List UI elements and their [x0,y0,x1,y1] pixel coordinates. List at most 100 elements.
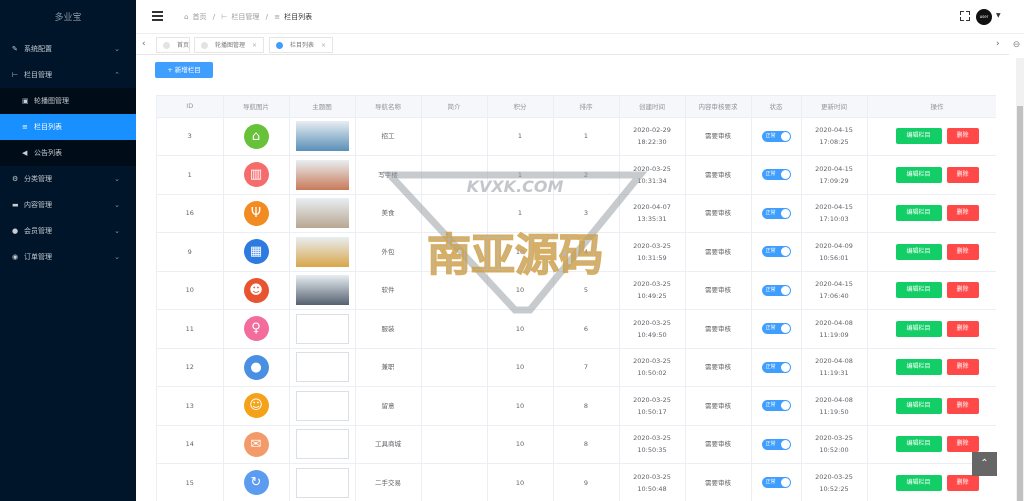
sidebar-item-0[interactable]: ✎ 系统配置 ⌄ [0,36,136,62]
sidebar-item-label: 系统配置 [24,45,52,53]
cell-points: 1 [487,155,554,195]
cell-id: 16 [157,194,224,233]
cell-actions: 编辑栏目 删除 [867,386,996,426]
wrench-icon: ✎ [12,45,18,53]
tab-0[interactable]: 首页 [156,37,190,53]
add-column-button[interactable]: + 新增栏目 [155,62,213,78]
breadcrumb-column-management[interactable]: 栏目管理 [231,13,259,21]
cell-theme-image [289,425,356,464]
tab-1[interactable]: 轮播图管理 × [194,37,264,53]
cell-sort: 8 [553,386,620,426]
edit-column-button[interactable]: 编辑栏目 [895,128,942,145]
delete-button[interactable]: 删除 [946,243,979,260]
cell-points: 10 [487,309,554,349]
cell-sort: 2 [553,155,620,195]
status-toggle[interactable]: 正常 [761,246,791,258]
cell-status: 正常 [751,232,802,272]
cell-id: 9 [157,232,224,272]
delete-button[interactable]: 删除 [946,436,979,453]
edit-column-button[interactable]: 编辑栏目 [895,166,942,183]
column-header: 导航图片 [223,96,290,118]
cell-points: 10 [487,348,554,387]
delete-button[interactable]: 删除 [946,320,979,337]
delete-button[interactable]: 删除 [946,474,979,491]
status-toggle[interactable]: 正常 [761,323,791,335]
toggle-knob [780,131,790,141]
sidebar-item-7[interactable]: ● 会员管理 ⌄ [0,218,136,244]
edit-column-button[interactable]: 编辑栏目 [895,474,942,491]
tab-label: 栏目列表 [290,42,315,49]
folder-icon: ▬ [12,201,19,209]
breadcrumb-home[interactable]: 首页 [192,13,206,21]
sidebar-item-8[interactable]: ◉ 订单管理 ⌄ [0,244,136,270]
edit-column-button[interactable]: 编辑栏目 [895,359,942,376]
close-icon[interactable]: × [321,38,326,53]
edit-column-button[interactable]: 编辑栏目 [895,320,942,337]
delete-button[interactable]: 删除 [946,205,979,222]
status-toggle[interactable]: 正常 [761,438,791,450]
status-toggle[interactable]: 正常 [761,477,791,489]
delete-button[interactable]: 删除 [946,128,979,145]
cell-name: 美食 [355,194,422,233]
status-toggle[interactable]: 正常 [761,400,791,412]
cell-updated: 2020-04-08 11:19:31 [801,348,868,387]
delete-button[interactable]: 删除 [946,397,979,414]
top-bar: ⌂ 首页 / ⊢ 栏目管理 / ≡ 栏目列表 user ▼ [136,0,1024,34]
avatar[interactable]: user [976,9,992,25]
toggle-knob [780,401,790,411]
cell-sort: 7 [553,348,620,387]
cell-sort: 1 [553,117,620,156]
status-toggle[interactable]: 正常 [761,207,791,219]
cell-name: 二手交易 [355,463,422,501]
chevron-up-icon: ⌃ [114,71,120,79]
sidebar-item-2[interactable]: ▣ 轮播图管理 [0,88,136,114]
scrollbar[interactable] [1016,58,1024,501]
edit-column-button[interactable]: 编辑栏目 [895,436,942,453]
back-to-top-button[interactable]: ⌃ [972,452,997,476]
scroll-left-icon[interactable]: ‹ [142,39,146,49]
menu-toggle-icon[interactable] [152,11,163,21]
status-toggle[interactable]: 正常 [761,361,791,373]
breadcrumb-separator: / [265,13,268,21]
cell-updated: 2020-04-15 17:09:29 [801,155,868,195]
fullscreen-icon[interactable] [960,11,970,21]
toggle-knob [780,324,790,334]
cell-nav-icon: ▥ [223,155,290,195]
cell-audit: 需要审核 [685,348,752,387]
cell-intro [421,194,488,233]
chevron-down-icon: ⌄ [114,45,120,53]
column-header: 创建时间 [619,96,686,118]
edit-column-button[interactable]: 编辑栏目 [895,243,942,260]
edit-column-button[interactable]: 编辑栏目 [895,205,942,222]
status-toggle[interactable]: 正常 [761,169,791,181]
cell-created: 2020-03-25 10:50:02 [619,348,686,387]
status-label: 正常 [765,325,776,332]
edit-column-button[interactable]: 编辑栏目 [895,282,942,299]
cell-actions: 编辑栏目 删除 [867,194,996,233]
status-toggle[interactable]: 正常 [761,130,791,142]
sidebar-item-3[interactable]: ≡ 栏目列表 [0,114,136,140]
tab-2[interactable]: 栏目列表 × [269,37,333,53]
tag-settings-icon[interactable]: ⊖ [1009,35,1024,55]
delete-button[interactable]: 删除 [946,166,979,183]
cell-updated: 2020-04-08 11:19:09 [801,309,868,349]
cell-intro [421,348,488,387]
caret-down-icon[interactable]: ▼ [996,12,1001,19]
close-icon[interactable]: × [252,38,257,53]
toggle-knob [780,362,790,372]
sidebar-item-6[interactable]: ▬ 内容管理 ⌄ [0,192,136,218]
cell-theme-image [289,117,356,156]
sidebar-item-4[interactable]: ◀ 公告列表 [0,140,136,166]
delete-button[interactable]: 删除 [946,359,979,376]
cell-audit: 需要审核 [685,194,752,233]
cell-updated: 2020-03-25 10:52:25 [801,463,868,501]
edit-column-button[interactable]: 编辑栏目 [895,397,942,414]
delete-button[interactable]: 删除 [946,282,979,299]
scrollbar-thumb[interactable] [1017,106,1023,501]
cell-nav-icon: ● [223,348,290,387]
person-icon: ● [243,354,269,380]
status-toggle[interactable]: 正常 [761,284,791,296]
sidebar-item-5[interactable]: ⚙ 分类管理 ⌄ [0,166,136,192]
scroll-right-icon[interactable]: › [996,39,1000,49]
sidebar-item-1[interactable]: ⊢ 栏目管理 ⌃ [0,62,136,88]
